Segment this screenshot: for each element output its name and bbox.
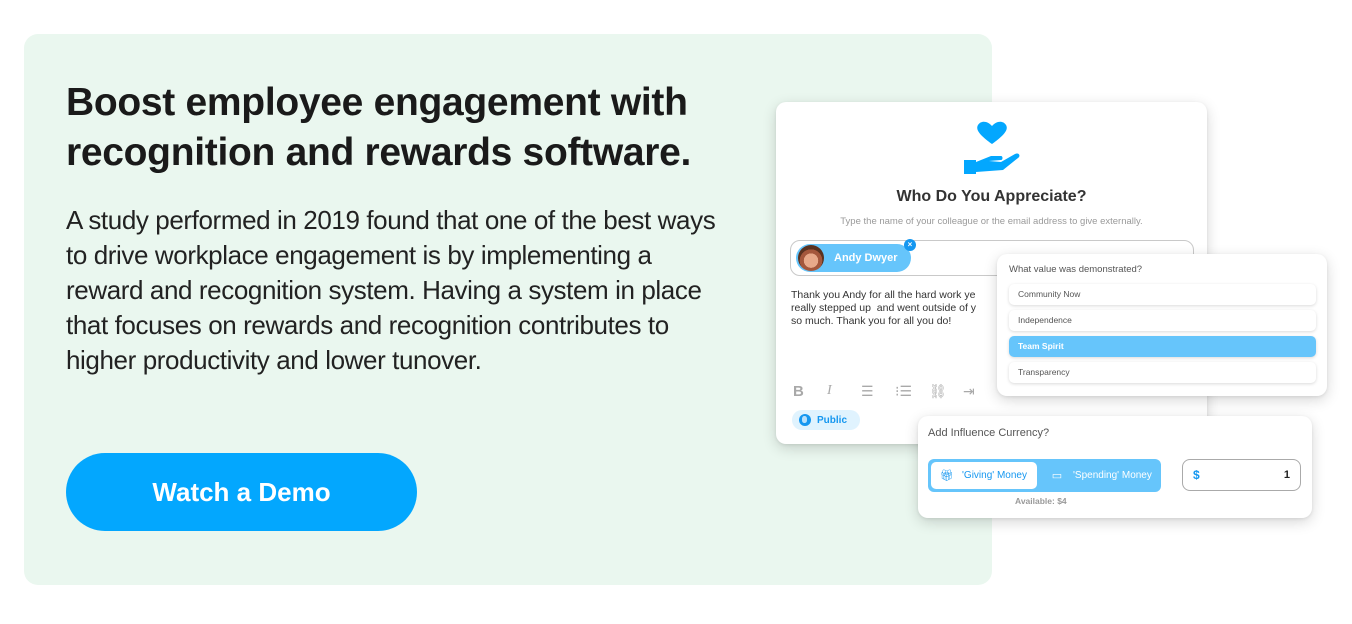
spending-money-label: 'Spending' Money [1073,470,1152,481]
credit-card-icon: ▭ [1051,470,1063,482]
recipient-name: Andy Dwyer [834,252,898,264]
italic-icon[interactable]: I [827,382,861,400]
values-question: What value was demonstrated? [1009,264,1143,275]
currency-symbol: $ [1193,468,1200,482]
message-text[interactable]: Thank you Andy for all the hard work ye … [791,289,1006,333]
value-option[interactable]: Independence [1009,310,1316,331]
bold-icon[interactable]: B [793,382,827,400]
visibility-label: Public [817,414,848,426]
available-balance: Available: $4 [1015,496,1067,506]
giving-money-option[interactable]: 🎁︎ 'Giving' Money [931,462,1037,489]
link-icon[interactable]: ⛓ [929,382,963,400]
amount-value: 1 [1283,469,1290,481]
insert-icon[interactable]: ⇥ [963,382,997,400]
avatar [798,245,824,271]
heart-in-hand-icon [964,121,1020,174]
card-subtitle: Type the name of your colleague or the e… [840,216,1143,227]
currency-question: Add Influence Currency? [928,427,1050,439]
close-icon[interactable]: × [904,239,916,251]
values-card: What value was demonstrated? Community N… [997,254,1327,396]
value-option-selected[interactable]: Team Spirit [1009,336,1316,357]
watch-demo-button[interactable]: Watch a Demo [66,453,417,531]
recipient-chip[interactable]: Andy Dwyer × [796,239,916,272]
visibility-chip[interactable]: Public [792,410,860,430]
amount-input[interactable]: $ 1 [1182,459,1301,491]
currency-toggle: 🎁︎ 'Giving' Money ▭ 'Spending' Money [928,459,1161,492]
gift-icon: 🎁︎ [940,470,954,482]
value-option[interactable]: Transparency [1009,362,1316,383]
card-title: Who Do You Appreciate? [896,188,1087,205]
bullet-list-icon[interactable]: ☰ [861,382,895,400]
spending-money-option[interactable]: ▭ 'Spending' Money [1042,462,1158,489]
headline: Boost employee engagement with recogniti… [66,81,692,174]
format-toolbar: B I ☰ ⁝☰ ⛓ ⇥ [793,382,997,400]
body-text: A study performed in 2019 found that one… [66,205,716,375]
globe-icon [799,414,811,426]
giving-money-label: 'Giving' Money [962,470,1027,481]
currency-card: Add Influence Currency? 🎁︎ 'Giving' Mone… [918,416,1312,518]
value-option[interactable]: Community Now [1009,284,1316,305]
numbered-list-icon[interactable]: ⁝☰ [895,382,929,400]
